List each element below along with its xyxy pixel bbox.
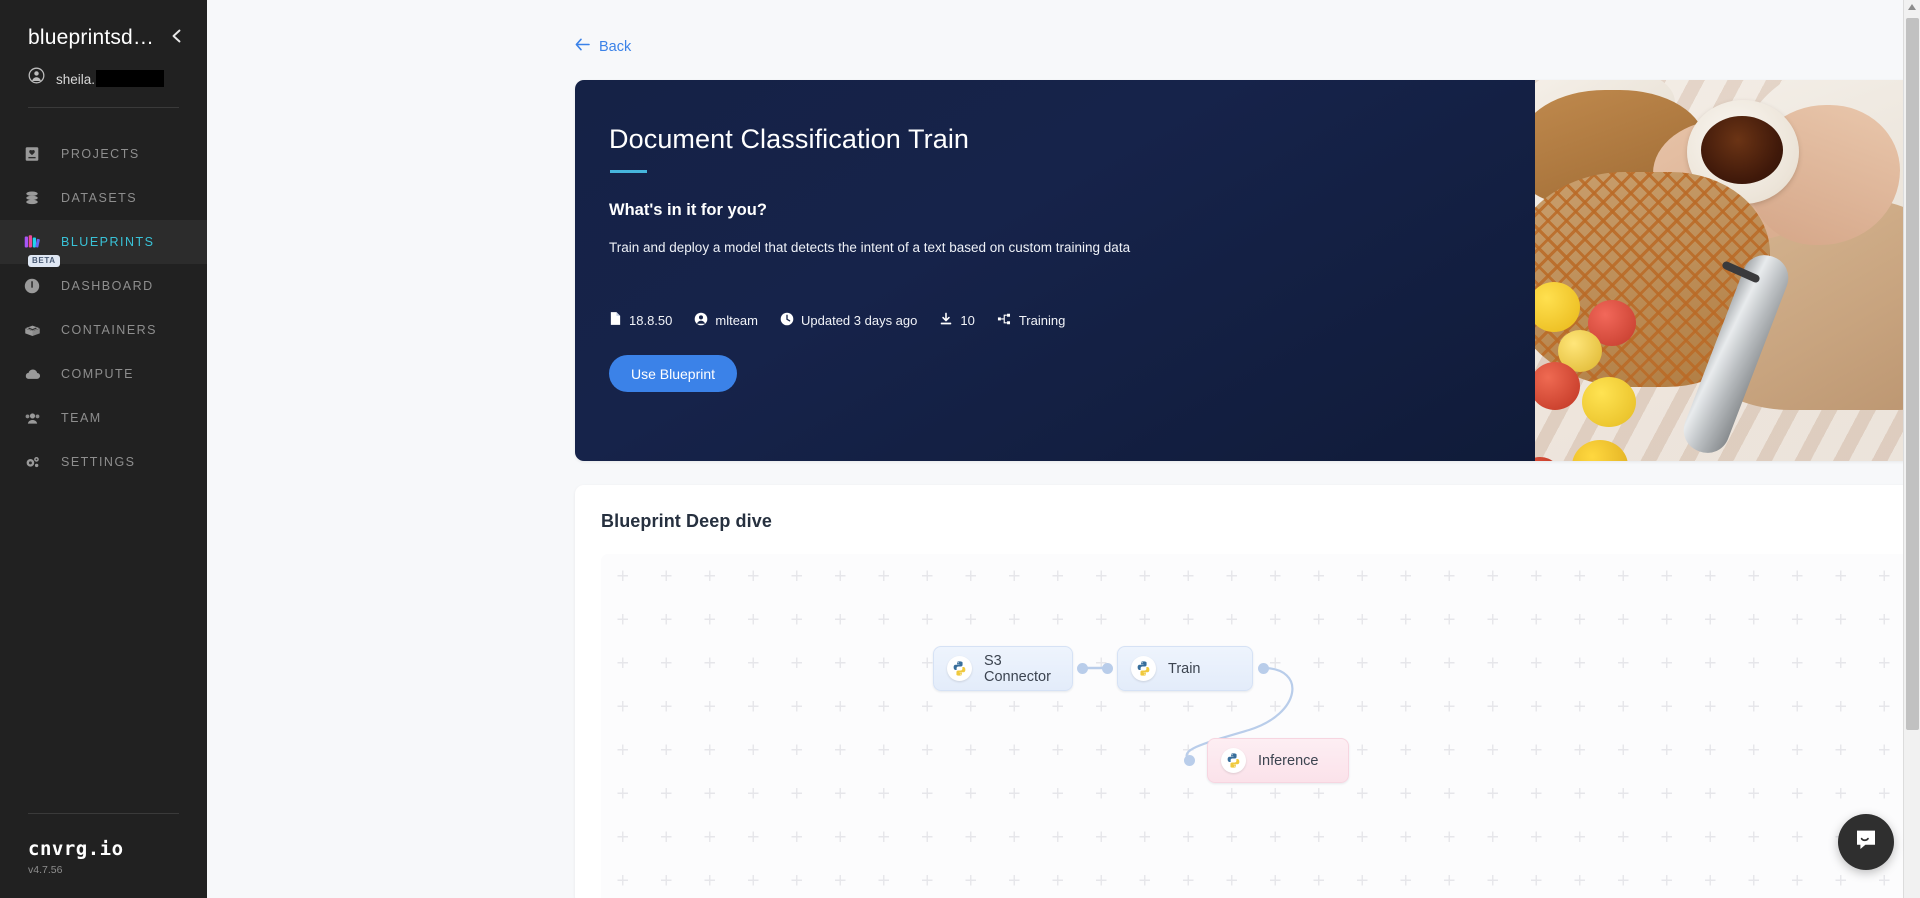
node-handle-out-s3[interactable] [1077,663,1088,674]
flow-node-inference[interactable]: Inference [1207,738,1349,783]
sidebar-item-label: TEAM [61,411,102,426]
hero-meta-row: 18.8.50 mlteam Updated 3 days ago 10 Tra… [609,311,1535,329]
sidebar-item-datasets[interactable]: DATASETS [0,176,207,220]
back-button[interactable]: Back [575,38,631,55]
flow-node-train[interactable]: Train [1117,646,1253,691]
chat-launcher-button[interactable] [1838,814,1894,870]
app-root: blueprintsd… sheila. PROJECTS DATASETS B… [0,0,1920,898]
sidebar-footer: cnvrg.io v4.7.56 [0,813,207,898]
clock-icon [780,312,794,329]
file-icon [609,311,622,329]
python-icon [1221,748,1246,773]
hero-subheading: What's in it for you? [609,201,767,219]
meta-type: Training [997,312,1065,329]
sidebar-item-label: DATASETS [61,191,138,206]
flow-node-s3-connector[interactable]: S3 Connector [933,646,1073,691]
user-name: sheila. [56,69,165,87]
download-icon [939,312,953,329]
hero-text-panel: Document Classification Train What's in … [575,80,1535,461]
cloud-icon [21,363,43,385]
sidebar-item-compute[interactable]: COMPUTE [0,352,207,396]
sidebar-item-blueprints[interactable]: BETA BLUEPRINTS [0,220,207,268]
sidebar-item-projects[interactable]: PROJECTS [0,132,207,176]
sidebar-item-label: PROJECTS [61,147,140,162]
meta-label: Updated 3 days ago [801,312,918,328]
scrollbar-thumb[interactable] [1906,18,1919,730]
title-underline [610,170,647,173]
sidebar-item-label: BLUEPRINTS [61,235,155,250]
sidebar-item-containers[interactable]: CONTAINERS [0,308,207,352]
meta-downloads: 10 [939,312,975,329]
meta-label: 10 [960,312,975,328]
sidebar-item-label: CONTAINERS [61,323,158,338]
node-handle-in-inference[interactable] [1184,755,1195,766]
user-icon [694,312,708,329]
picnic-photo [1535,80,1920,461]
brand-logo: cnvrg.io [28,838,124,860]
people-icon [21,407,43,429]
arrow-left-icon [575,38,590,55]
sidebar-item-label: SETTINGS [61,455,136,470]
blueprint-hero: Document Classification Train What's in … [575,80,1920,461]
footer-divider [28,813,179,814]
hero-description: Train and deploy a model that detects th… [609,240,1131,255]
meta-owner: mlteam [694,312,758,329]
sidebar: blueprintsd… sheila. PROJECTS DATASETS B… [0,0,207,898]
version-label: v4.7.56 [28,864,63,876]
node-handle-out-train[interactable] [1258,663,1269,674]
back-row: Back [207,0,1920,56]
blueprints-icon: BETA [21,231,60,268]
sidebar-user[interactable]: sheila. [28,67,179,109]
scroll-up-arrow-icon[interactable] [1908,4,1916,10]
node-label: S3 Connector [984,652,1051,685]
node-handle-in-train[interactable] [1102,663,1113,674]
meta-label: Training [1018,312,1066,328]
use-blueprint-button[interactable]: Use Blueprint [609,355,738,392]
sidebar-item-label: COMPUTE [61,367,134,382]
back-label: Back [599,38,632,55]
flow-canvas[interactable]: S3 Connector Train Inference [601,554,1920,898]
meta-size: 18.8.50 [609,311,672,329]
flow-edges [1080,666,1294,761]
org-name: blueprintsd… [28,26,155,49]
sidebar-nav: PROJECTS DATASETS BETA BLUEPRINTS DASHBO… [0,132,207,813]
sidebar-item-settings[interactable]: SETTINGS [0,440,207,484]
meta-label: 18.8.50 [629,312,673,328]
page-title: Document Classification Train [609,124,970,154]
database-icon [21,187,43,209]
redacted-block [96,69,165,87]
container-icon [21,319,43,341]
sitemap-icon [997,312,1012,329]
projects-icon [21,143,43,165]
python-icon [1131,656,1156,681]
meta-updated: Updated 3 days ago [780,312,917,329]
meta-label: mlteam [715,312,758,328]
deep-dive-card: Blueprint Deep dive S3 Connector Train I… [575,485,1920,898]
node-label: Train [1168,660,1201,677]
node-label: Inference [1258,752,1319,769]
vertical-scrollbar[interactable] [1903,0,1920,898]
chevron-left-icon[interactable] [169,28,185,48]
deep-dive-title: Blueprint Deep dive [601,511,772,531]
sidebar-item-team[interactable]: TEAM [0,396,207,440]
gears-icon [21,451,43,473]
chat-bubble-icon [1853,827,1879,858]
main-content: Back Document Classification Train What'… [207,0,1920,898]
sidebar-header: blueprintsd… [0,0,207,49]
sidebar-item-dashboard[interactable]: DASHBOARD [0,264,207,308]
gauge-icon [21,275,43,297]
sidebar-item-label: DASHBOARD [61,279,154,294]
user-circle-icon [28,67,45,89]
python-icon [947,656,972,681]
